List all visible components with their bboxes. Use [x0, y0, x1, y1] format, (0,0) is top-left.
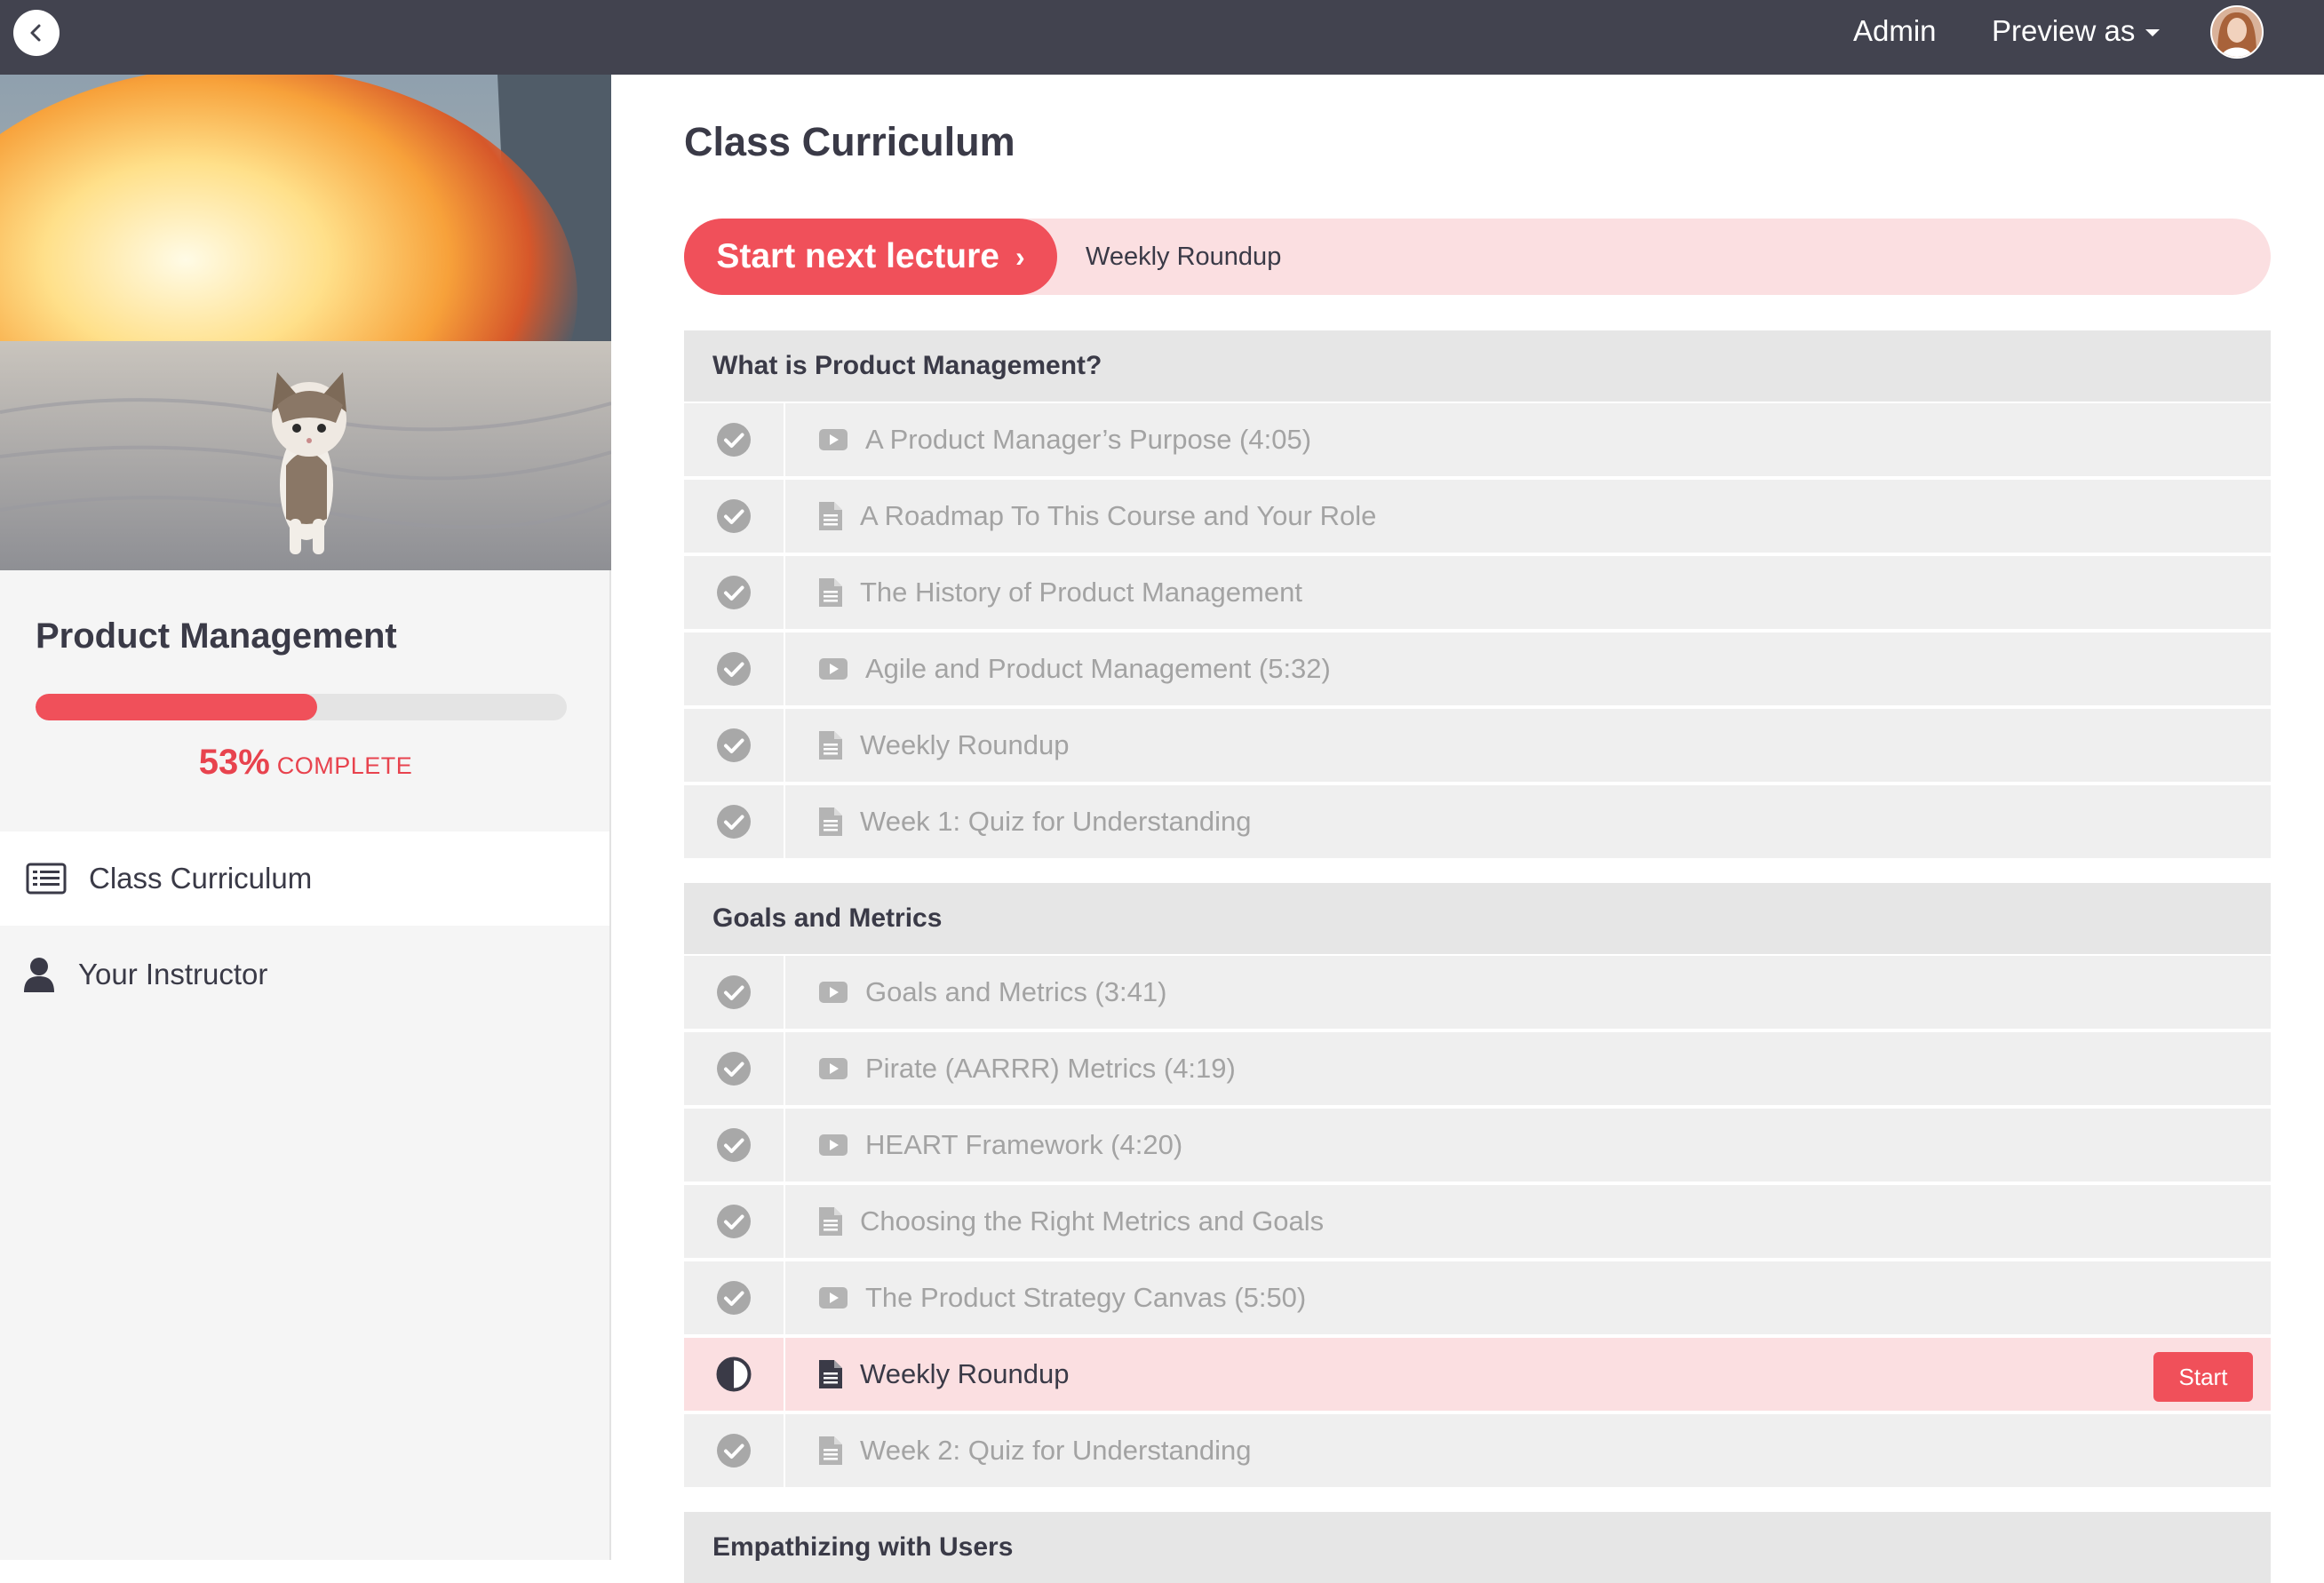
lecture-row[interactable]: The History of Product Management: [684, 554, 2271, 629]
video-icon: [819, 632, 848, 705]
chevron-left-icon: [30, 24, 41, 42]
document-icon: [819, 1185, 842, 1258]
lecture-row[interactable]: Pirate (AARRR) Metrics (4:19): [684, 1030, 2271, 1105]
progress-complete-label: COMPLETE: [276, 752, 413, 779]
half-circle-icon: [684, 1338, 785, 1411]
progress-bar: [36, 694, 567, 720]
sidebar-item-label: Your Instructor: [78, 958, 268, 990]
document-icon: [819, 709, 842, 782]
next-lecture-name: Weekly Roundup: [1086, 242, 1282, 271]
admin-link[interactable]: Admin: [1853, 0, 1937, 62]
check-circle-icon: [684, 1414, 785, 1487]
progress-bar-fill: [36, 694, 317, 720]
lecture-title: Week 2: Quiz for Understanding: [860, 1435, 1252, 1466]
check-circle-icon: [684, 1109, 785, 1181]
lecture-title: Agile and Product Management (5:32): [865, 653, 1331, 684]
lecture-title: The History of Product Management: [860, 577, 1302, 608]
lecture-title: A Roadmap To This Course and Your Role: [860, 500, 1377, 531]
start-lecture-button[interactable]: Start: [2153, 1352, 2253, 1402]
lecture-row[interactable]: A Roadmap To This Course and Your Role: [684, 478, 2271, 553]
document-icon: [819, 785, 842, 858]
lecture-title: Choosing the Right Metrics and Goals: [860, 1205, 1325, 1237]
check-circle-icon: [684, 709, 785, 782]
back-button[interactable]: [13, 10, 60, 56]
video-icon: [819, 1032, 848, 1105]
section-header: Empathizing with Users: [684, 1512, 2271, 1583]
user-icon: [20, 957, 59, 992]
lecture-row[interactable]: Choosing the Right Metrics and Goals: [684, 1183, 2271, 1258]
lecture-row[interactable]: Goals and Metrics (3:41): [684, 954, 2271, 1029]
lecture-row[interactable]: Weekly Roundup Start: [684, 1336, 2271, 1411]
course-cover-image: [0, 75, 611, 570]
check-circle-icon: [684, 403, 785, 476]
section-header: Goals and Metrics: [684, 883, 2271, 954]
lecture-row[interactable]: Week 1: Quiz for Understanding: [684, 784, 2271, 858]
check-circle-icon: [684, 556, 785, 629]
video-icon: [819, 403, 848, 476]
check-circle-icon: [684, 1261, 785, 1334]
chevron-right-icon: ›: [1015, 240, 1025, 273]
sidebar-item-class-curriculum[interactable]: Class Curriculum: [0, 831, 609, 926]
document-icon: [819, 1338, 842, 1411]
lecture-title: Weekly Roundup: [860, 1358, 1070, 1389]
check-circle-icon: [684, 1185, 785, 1258]
video-icon: [819, 956, 848, 1029]
preview-as-label: Preview as: [1992, 14, 2136, 47]
start-next-lecture-button[interactable]: Start next lecture ›: [684, 219, 1057, 295]
caret-down-icon: [2145, 29, 2161, 36]
list-icon: [20, 863, 73, 895]
lecture-row[interactable]: Week 2: Quiz for Understanding: [684, 1412, 2271, 1487]
sidebar: Product Management 53% COMPLETE Class Cur…: [0, 75, 611, 1560]
lecture-row[interactable]: Agile and Product Management (5:32): [684, 631, 2271, 705]
lecture-title: Pirate (AARRR) Metrics (4:19): [865, 1053, 1236, 1084]
lecture-row[interactable]: A Product Manager’s Purpose (4:05): [684, 402, 2271, 476]
avatar-portrait: [2212, 7, 2262, 57]
check-circle-icon: [684, 632, 785, 705]
lecture-title: Goals and Metrics (3:41): [865, 976, 1167, 1007]
document-icon: [819, 1414, 842, 1487]
top-nav-bar: Admin Preview as: [0, 0, 2324, 75]
lecture-title: HEART Framework (4:20): [865, 1129, 1183, 1160]
check-circle-icon: [684, 480, 785, 553]
course-title: Product Management: [36, 616, 397, 656]
lecture-title: The Product Strategy Canvas (5:50): [865, 1282, 1307, 1313]
document-icon: [819, 480, 842, 553]
preview-as-dropdown[interactable]: Preview as: [1992, 0, 2161, 62]
lecture-title: Weekly Roundup: [860, 729, 1070, 760]
lecture-row[interactable]: HEART Framework (4:20): [684, 1107, 2271, 1181]
sidebar-item-your-instructor[interactable]: Your Instructor: [0, 927, 609, 1022]
check-circle-icon: [684, 1032, 785, 1105]
check-circle-icon: [684, 785, 785, 858]
document-icon: [819, 556, 842, 629]
section-header: What is Product Management?: [684, 330, 2271, 402]
lecture-title: Week 1: Quiz for Understanding: [860, 806, 1252, 837]
check-circle-icon: [684, 956, 785, 1029]
video-icon: [819, 1261, 848, 1334]
admin-label: Admin: [1853, 14, 1937, 47]
lecture-row[interactable]: Weekly Roundup: [684, 707, 2271, 782]
page-title: Class Curriculum: [684, 119, 1015, 164]
next-lecture-bar: Start next lecture › Weekly Roundup: [684, 219, 2271, 295]
user-avatar[interactable]: [2210, 5, 2264, 59]
lecture-title: A Product Manager’s Purpose (4:05): [865, 424, 1312, 455]
progress-percent: 53%: [198, 743, 270, 782]
lecture-row[interactable]: The Product Strategy Canvas (5:50): [684, 1260, 2271, 1334]
sidebar-item-label: Class Curriculum: [89, 862, 313, 895]
progress-label: 53% COMPLETE: [0, 743, 611, 783]
start-next-lecture-label: Start next lecture: [716, 237, 999, 275]
video-icon: [819, 1109, 848, 1181]
